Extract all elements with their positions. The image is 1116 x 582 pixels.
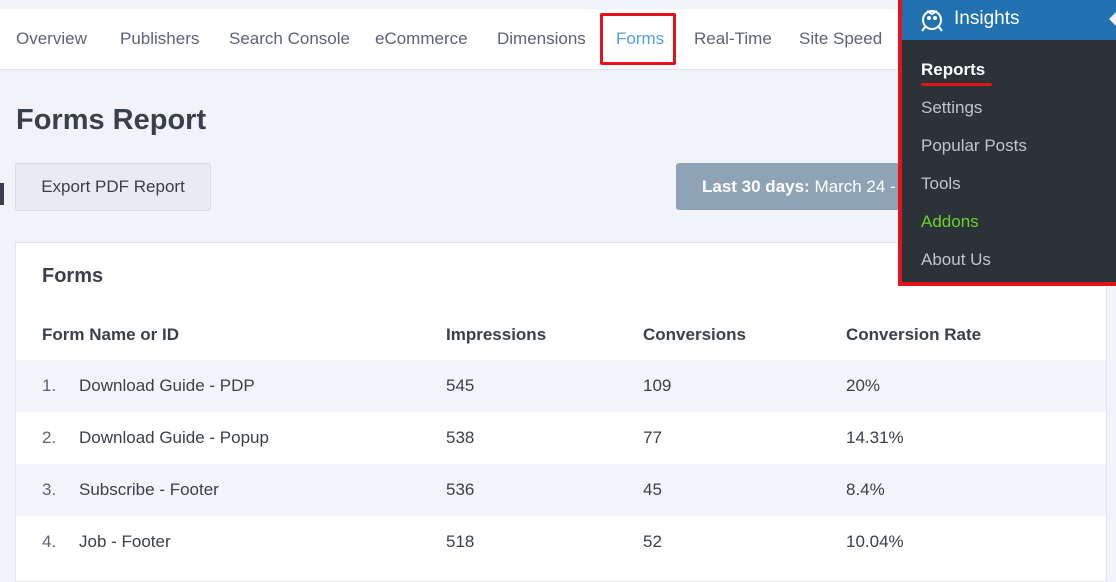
menu-item-tools[interactable]: Tools: [921, 174, 961, 194]
row-index: 3.: [42, 480, 57, 499]
page-title: Forms Report: [16, 104, 207, 136]
tab-search-console[interactable]: Search Console: [229, 9, 350, 69]
col-conversions[interactable]: Conversions: [643, 311, 746, 359]
insights-logo-icon: [919, 7, 945, 33]
insights-admin-menu: Insights Reports Settings Popular Posts …: [898, 0, 1116, 286]
form-name-cell: 3. Subscribe - Footer: [42, 464, 219, 516]
reports-underline: [921, 83, 992, 86]
tab-ecommerce[interactable]: eCommerce: [375, 9, 468, 69]
row-index: 2.: [42, 428, 57, 447]
table-row: 1. Download Guide - PDP 545 109 20%: [16, 360, 1106, 412]
row-index: 1.: [42, 376, 57, 395]
menu-item-settings[interactable]: Settings: [921, 98, 982, 118]
col-impressions[interactable]: Impressions: [446, 311, 546, 359]
date-range-prefix: Last 30 days:: [702, 177, 810, 196]
tab-dimensions[interactable]: Dimensions: [497, 9, 586, 69]
conversions-cell: 109: [643, 376, 672, 395]
form-name: Download Guide - Popup: [79, 428, 269, 447]
form-name-cell: 4. Job - Footer: [42, 516, 171, 568]
menu-item-about-us[interactable]: About Us: [921, 250, 991, 270]
left-edge-marker: [0, 183, 4, 205]
impressions-cell: 538: [446, 428, 475, 447]
forms-card: Forms Form Name or ID Impressions Conver…: [15, 242, 1107, 582]
conversion-rate-cell: 14.31%: [846, 428, 904, 447]
tab-publishers[interactable]: Publishers: [120, 9, 199, 69]
form-name: Download Guide - PDP: [79, 376, 255, 395]
table-row: 3. Subscribe - Footer 536 45 8.4%: [16, 464, 1106, 516]
conversion-rate-cell: 8.4%: [846, 480, 885, 499]
conversions-cell: 77: [643, 428, 662, 447]
menu-item-addons[interactable]: Addons: [921, 212, 979, 232]
export-pdf-button[interactable]: Export PDF Report: [15, 163, 211, 211]
form-name-cell: 2. Download Guide - Popup: [42, 412, 269, 464]
impressions-cell: 536: [446, 480, 475, 499]
date-range-value: March 24 -: [814, 177, 896, 196]
menu-item-popular-posts[interactable]: Popular Posts: [921, 136, 1027, 156]
current-menu-arrow-icon: [1109, 12, 1116, 26]
tab-site-speed[interactable]: Site Speed: [799, 9, 882, 69]
menu-item-reports[interactable]: Reports: [921, 60, 985, 80]
table-row: 4. Job - Footer 518 52 10.04%: [16, 516, 1106, 568]
conversions-cell: 52: [643, 532, 662, 551]
form-name: Job - Footer: [79, 532, 171, 551]
form-name: Subscribe - Footer: [79, 480, 219, 499]
tab-real-time[interactable]: Real-Time: [694, 9, 772, 69]
card-title: Forms: [42, 265, 104, 287]
col-conversion-rate[interactable]: Conversion Rate: [846, 311, 981, 359]
table-row: 2. Download Guide - Popup 538 77 14.31%: [16, 412, 1106, 464]
insights-menu-header[interactable]: Insights: [902, 0, 1116, 40]
forms-tab-highlight-box: [600, 13, 676, 65]
table-header: Form Name or ID Impressions Conversions …: [16, 311, 1106, 359]
conversions-cell: 45: [643, 480, 662, 499]
form-name-cell: 1. Download Guide - PDP: [42, 360, 255, 412]
conversion-rate-cell: 10.04%: [846, 532, 904, 551]
impressions-cell: 545: [446, 376, 475, 395]
insights-menu-title: Insights: [954, 8, 1020, 29]
col-form-name[interactable]: Form Name or ID: [42, 311, 179, 359]
tab-overview[interactable]: Overview: [16, 9, 87, 69]
impressions-cell: 518: [446, 532, 475, 551]
conversion-rate-cell: 20%: [846, 376, 881, 395]
row-index: 4.: [42, 532, 57, 551]
date-range-button[interactable]: Last 30 days: March 24 -: [676, 163, 936, 210]
